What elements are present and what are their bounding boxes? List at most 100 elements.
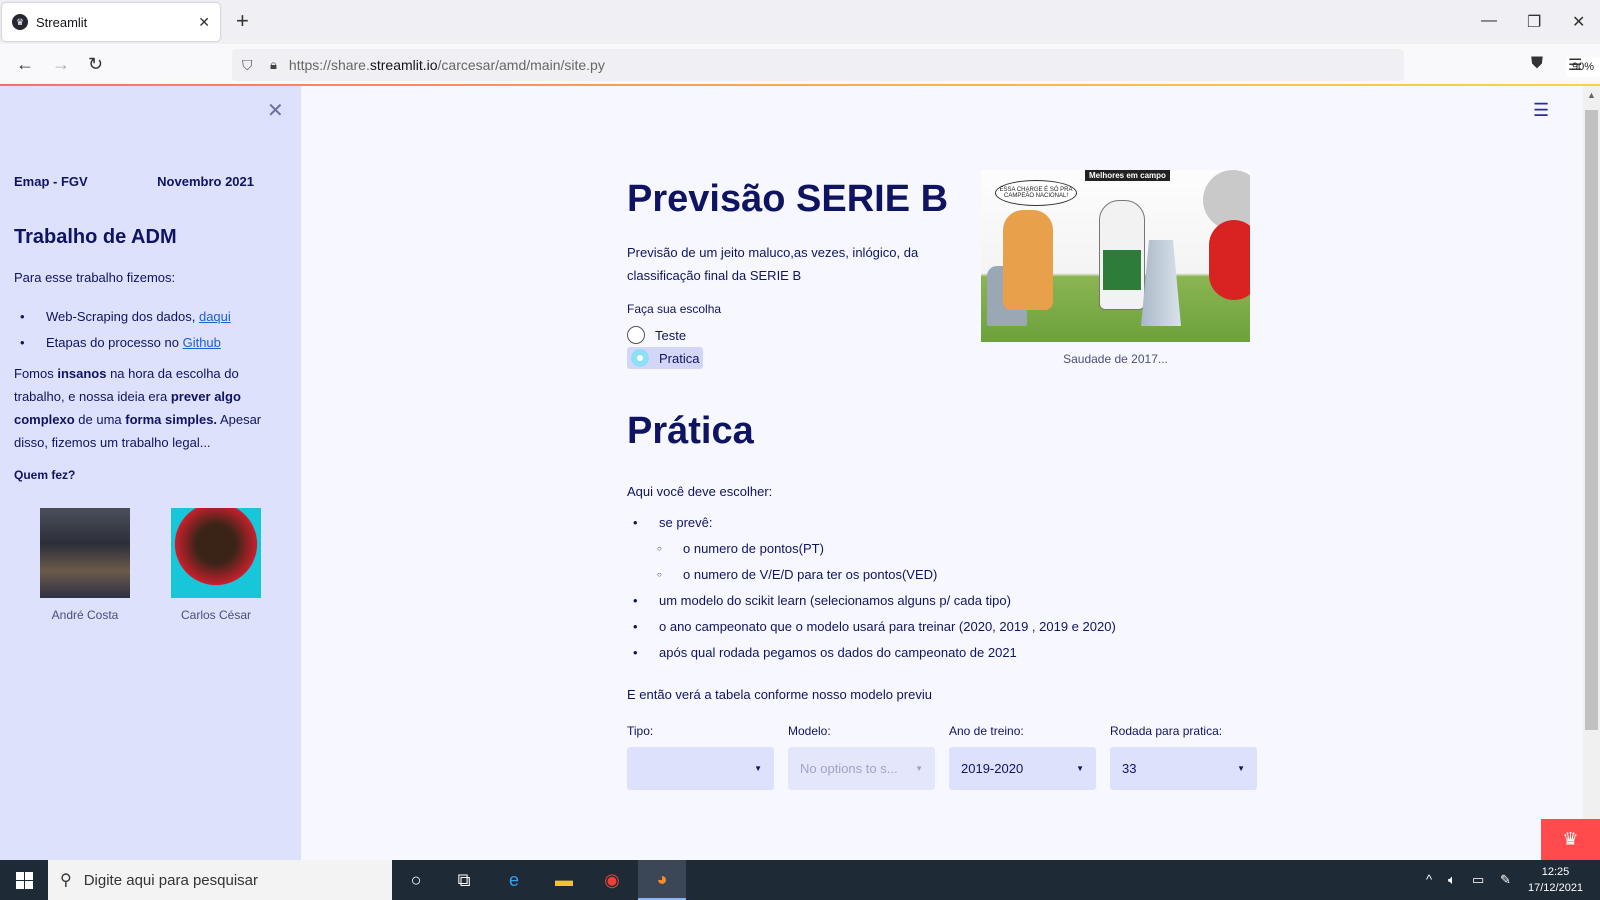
lock-icon[interactable]: 🔒︎ bbox=[270, 57, 277, 73]
select-value: 33 bbox=[1122, 761, 1137, 776]
instruction-text: Aqui você deve escolher: bbox=[627, 484, 773, 499]
cartoon-image: Melhores em campo ESSA CHARGE É SÓ PRA C… bbox=[981, 170, 1250, 342]
list-item: Etapas do processo no Github bbox=[14, 330, 231, 356]
radio-circle[interactable] bbox=[627, 326, 645, 344]
image-caption: Saudade de 2017... bbox=[1063, 352, 1168, 366]
cartoon-trophy bbox=[1141, 240, 1181, 326]
streamlit-favicon-icon: ♛ bbox=[12, 14, 28, 30]
minimize-icon[interactable]: — bbox=[1481, 12, 1497, 30]
date-label: Novembro 2021 bbox=[157, 174, 254, 189]
clock-date: 17/12/2021 bbox=[1528, 882, 1584, 894]
github-link[interactable]: Github bbox=[183, 335, 221, 350]
shield-icon[interactable]: ⛉ bbox=[242, 57, 258, 73]
page-title: Previsão SERIE B bbox=[627, 178, 949, 220]
choice-label: Faça sua escolha bbox=[627, 302, 722, 316]
sidebar-intro: Para esse trabalho fizemos: bbox=[14, 270, 176, 285]
list-item: após qual rodada pegamos os dados do cam… bbox=[627, 640, 1116, 666]
select-value: No options to s... bbox=[800, 761, 898, 776]
tipo-label: Tipo: bbox=[627, 724, 654, 738]
radio-teste[interactable]: Teste bbox=[627, 326, 686, 344]
taskbar: ⚲ Digite aqui para pesquisar ○ ⧉ e ▬ ◉ ◕… bbox=[0, 860, 1600, 900]
tipo-select[interactable]: ▼ bbox=[627, 747, 774, 790]
org-label: Emap - FGV bbox=[14, 174, 88, 189]
cartoon-header: Melhores em campo bbox=[1085, 170, 1170, 181]
close-tab-icon[interactable]: ✕ bbox=[198, 14, 210, 31]
clock-time: 12:25 bbox=[1541, 866, 1570, 878]
restore-icon[interactable]: ❐ bbox=[1527, 12, 1541, 32]
task-view-icon[interactable]: ⧉ bbox=[440, 860, 488, 900]
list-item: um modelo do scikit learn (selecionamos … bbox=[627, 588, 1116, 614]
cortana-icon[interactable]: ○ bbox=[392, 860, 440, 900]
browser-tab[interactable]: ♛ Streamlit ✕ bbox=[2, 3, 220, 41]
page-scrollbar[interactable]: ▲ ▼ bbox=[1583, 86, 1600, 860]
ano-label: Ano de treino: bbox=[949, 724, 1024, 738]
search-placeholder: Digite aqui para pesquisar bbox=[83, 871, 258, 889]
modelo-label: Modelo: bbox=[788, 724, 831, 738]
pocket-icon[interactable]: ⛊ bbox=[1531, 55, 1543, 73]
description: Previsão de um jeito maluco,as vezes, in… bbox=[627, 245, 919, 283]
cartoon-figure bbox=[1003, 210, 1053, 310]
author-caption: André Costa bbox=[51, 608, 119, 622]
list-item: se prevê: bbox=[627, 510, 1116, 536]
closing-text: E então verá a tabela conforme nosso mod… bbox=[627, 687, 932, 702]
radio-label: Teste bbox=[655, 327, 687, 343]
avatar-andre bbox=[40, 508, 130, 598]
author-caption: Carlos César bbox=[180, 608, 252, 622]
list-item: Web-Scraping dos dados, daqui bbox=[14, 304, 231, 330]
cartoon-speech-bubble: ESSA CHARGE É SÓ PRA CAMPEÃO NACIONAL! bbox=[995, 180, 1077, 206]
select-value: 2019-2020 bbox=[961, 761, 1024, 776]
radio-circle-selected[interactable] bbox=[631, 349, 649, 367]
chevron-down-icon: ▼ bbox=[1237, 764, 1245, 773]
who-label: Quem fez? bbox=[14, 468, 76, 482]
browser-nav-bar: ← → ↻ ⛉ 🔒︎ https://share.streamlit.io/ca… bbox=[0, 44, 1600, 86]
address-bar[interactable]: ⛉ 🔒︎ https://share.streamlit.io/carcesar… bbox=[232, 49, 1600, 81]
windows-start-icon[interactable] bbox=[0, 860, 48, 900]
pen-icon[interactable]: ✎ bbox=[1500, 872, 1511, 888]
list-item: o numero de pontos(PT) bbox=[627, 536, 1116, 562]
browser-tab-bar: ♛ Streamlit ✕ + — ❐ ✕ bbox=[0, 0, 1600, 44]
chevron-down-icon: ▼ bbox=[754, 764, 762, 773]
taskbar-search[interactable]: ⚲ Digite aqui para pesquisar bbox=[48, 860, 392, 900]
search-icon: ⚲ bbox=[60, 872, 72, 889]
new-tab-icon[interactable]: + bbox=[236, 10, 249, 32]
list-item: o ano campeonato que o modelo usará para… bbox=[627, 614, 1116, 640]
page: ✕ Emap - FGV Novembro 2021 Trabalho de A… bbox=[0, 86, 1600, 860]
modelo-select[interactable]: No options to s... ▼ bbox=[788, 747, 935, 790]
avatar-carlos bbox=[171, 508, 261, 598]
app-menu-icon[interactable]: ☰ bbox=[1568, 55, 1582, 75]
tray-chevron-icon[interactable]: ^ bbox=[1426, 872, 1432, 887]
chevron-down-icon: ▼ bbox=[1076, 764, 1084, 773]
sidebar-paragraph: Fomos insanos na hora da escolha do trab… bbox=[14, 366, 262, 450]
url-text[interactable]: https://share.streamlit.io/carcesar/amd/… bbox=[289, 57, 605, 73]
scroll-thumb[interactable] bbox=[1585, 110, 1598, 730]
sidebar-close-icon[interactable]: ✕ bbox=[267, 98, 284, 123]
sidebar: ✕ Emap - FGV Novembro 2021 Trabalho de A… bbox=[0, 86, 301, 860]
file-explorer-icon[interactable]: ▬ bbox=[540, 860, 588, 900]
edge-icon[interactable]: e bbox=[490, 860, 538, 900]
ano-select[interactable]: 2019-2020 ▼ bbox=[949, 747, 1096, 790]
chrome-icon[interactable]: ◉ bbox=[588, 860, 636, 900]
sidebar-list: Web-Scraping dos dados, daqui Etapas do … bbox=[14, 304, 231, 356]
radio-pratica[interactable]: Pratica bbox=[627, 347, 704, 369]
firefox-icon[interactable]: ◕ bbox=[638, 860, 686, 900]
clock[interactable]: 12:25 17/12/2021 bbox=[1528, 864, 1583, 896]
forward-icon[interactable]: → bbox=[52, 53, 70, 75]
daqui-link[interactable]: daqui bbox=[199, 309, 231, 324]
streamlit-crown-icon[interactable]: ♛ bbox=[1541, 819, 1600, 860]
reload-icon[interactable]: ↻ bbox=[88, 53, 103, 75]
rodada-label: Rodada para pratica: bbox=[1110, 724, 1223, 738]
chevron-down-icon: ▼ bbox=[915, 764, 923, 773]
sidebar-heading: Trabalho de ADM bbox=[14, 226, 177, 248]
volume-icon[interactable]: 🔈︎ bbox=[1448, 872, 1456, 888]
network-icon[interactable]: ▭ bbox=[1472, 872, 1484, 888]
close-window-icon[interactable]: ✕ bbox=[1572, 12, 1585, 32]
rodada-select[interactable]: 33 ▼ bbox=[1110, 747, 1257, 790]
section-title: Prática bbox=[627, 410, 754, 452]
scroll-up-icon[interactable]: ▲ bbox=[1587, 90, 1596, 100]
cartoon-figure bbox=[1209, 220, 1250, 300]
hamburger-menu-icon[interactable]: ☰ bbox=[1533, 100, 1549, 121]
back-icon[interactable]: ← bbox=[16, 53, 34, 75]
list-item: o numero de V/E/D para ter os pontos(VED… bbox=[627, 562, 1116, 588]
cartoon-shirt bbox=[1103, 250, 1141, 290]
sidebar-header-row: Emap - FGV Novembro 2021 bbox=[14, 174, 254, 189]
